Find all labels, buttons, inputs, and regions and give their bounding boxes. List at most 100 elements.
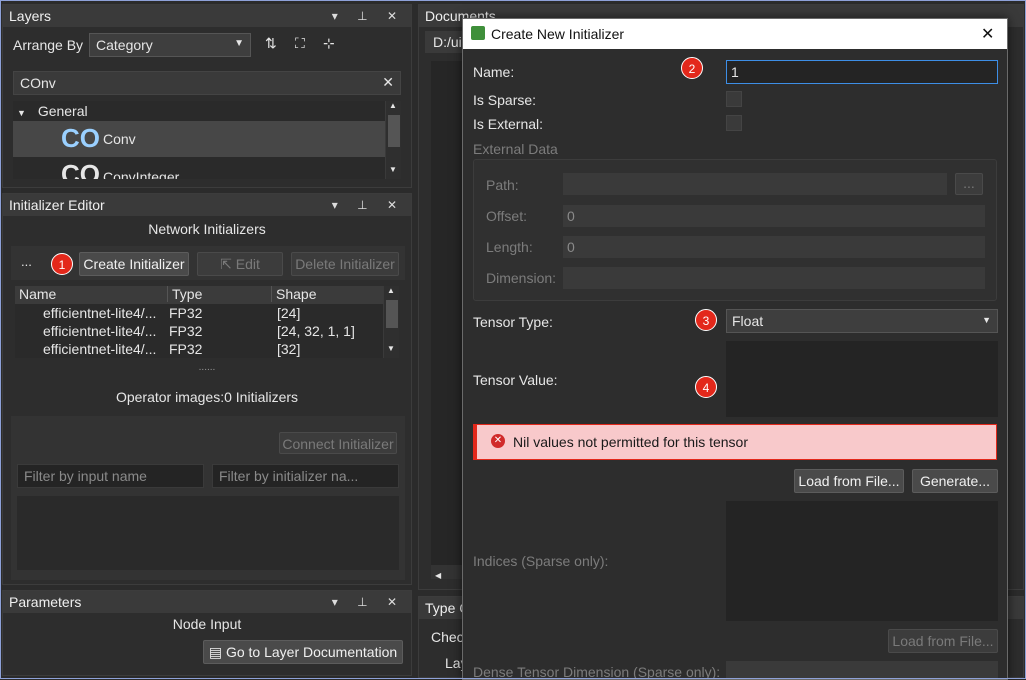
initializer-editor-title-bar: Initializer Editor ▾ ⊥ ✕ [3, 194, 411, 216]
annotation-badge: 1 [51, 253, 73, 275]
cell-shape: [32] [277, 341, 301, 357]
tensor-type-select[interactable]: Float ▼ [726, 309, 998, 333]
filter-input-placeholder: Filter by input name [24, 468, 147, 484]
layer-item-conv[interactable]: CO Conv [13, 121, 385, 157]
table-scrollbar[interactable]: ▲ ▼ [383, 286, 399, 358]
arrange-by-value: Category [96, 37, 153, 53]
chevron-down-icon: ▼ [982, 315, 991, 325]
panel-controls-icon[interactable]: ▾ ⊥ ✕ [332, 194, 405, 216]
table-row[interactable]: efficientnet-lite4/... FP32 [24] [15, 305, 383, 323]
tensor-type-value: Float [732, 313, 764, 329]
edit-button-label: Edit [235, 256, 260, 272]
length-input[interactable]: 0 [563, 236, 985, 258]
filter-initializer-name[interactable]: Filter by initializer na... [212, 464, 399, 488]
column-header-type[interactable]: Type [167, 286, 202, 302]
cell-type: FP32 [169, 305, 203, 321]
offset-label: Offset: [486, 208, 527, 224]
dense-dimension-input[interactable] [726, 661, 998, 679]
ellipsis-button[interactable]: ... [21, 254, 32, 269]
annotation-badge: 4 [695, 376, 717, 398]
conv-layer-icon: CO [61, 159, 100, 179]
indices-input[interactable] [726, 501, 998, 621]
path-label: Path: [486, 177, 519, 193]
layer-item-label: Conv [103, 131, 136, 147]
cell-name: efficientnet-lite4/... [43, 341, 157, 357]
tensor-value-input[interactable] [726, 341, 998, 417]
browse-path-button[interactable]: ... [955, 173, 983, 195]
edit-button[interactable]: ⇱ Edit [197, 252, 283, 276]
tensor-type-label: Tensor Type: [473, 314, 553, 330]
scroll-up-icon[interactable]: ▲ [387, 286, 395, 295]
parameters-title-bar: Parameters ▾ ⊥ ✕ [3, 591, 411, 613]
indices-label: Indices (Sparse only): [473, 553, 609, 569]
table-row[interactable]: efficientnet-lite4/... FP32 [24, 32, 1, … [15, 323, 383, 341]
filter-input-name[interactable]: Filter by input name [17, 464, 204, 488]
sort-icon[interactable]: ⇅ [265, 35, 277, 52]
error-text: Nil values not permitted for this tensor [513, 434, 748, 450]
panel-controls-icon[interactable]: ▾ ⊥ ✕ [332, 5, 405, 27]
expand-icon[interactable]: ⛶ [295, 35, 305, 52]
is-sparse-checkbox[interactable] [726, 91, 742, 107]
layer-item-convinteger[interactable]: CO ConvInteger [13, 157, 385, 179]
column-header-name[interactable]: Name [19, 286, 56, 302]
document-icon: ▤ [208, 644, 223, 660]
generate-button[interactable]: Generate... [912, 469, 998, 493]
layers-scrollbar[interactable]: ▲ ▼ [385, 101, 401, 179]
scroll-left-icon[interactable]: ◀ [435, 571, 441, 580]
go-to-layer-documentation-button[interactable]: ▤ Go to Layer Documentation [203, 640, 403, 664]
connect-list [17, 496, 399, 570]
is-external-label: Is External: [473, 116, 544, 132]
cell-type: FP32 [169, 323, 203, 339]
layer-item-label: ConvInteger [103, 169, 180, 179]
name-input-value: 1 [731, 64, 739, 80]
connect-initializer-button[interactable]: Connect Initializer [279, 432, 397, 454]
dimension-input[interactable] [563, 267, 985, 289]
error-icon: ✕ [491, 434, 505, 448]
is-sparse-label: Is Sparse: [473, 92, 537, 108]
scroll-thumb[interactable] [386, 300, 398, 328]
length-value: 0 [567, 239, 575, 255]
layers-tree: ▼ General CO Conv CO ConvInteger ▲ ▼ [13, 101, 401, 179]
tensor-value-label: Tensor Value: [473, 372, 558, 388]
dimension-label: Dimension: [486, 270, 557, 286]
delete-initializer-button[interactable]: Delete Initializer [291, 252, 399, 276]
document-tab[interactable]: D:/ui [425, 31, 465, 53]
table-row[interactable]: efficientnet-lite4/... FP32 [32] [15, 341, 383, 358]
initializer-editor-panel: Initializer Editor ▾ ⊥ ✕ Network Initial… [2, 193, 412, 585]
clear-search-icon[interactable]: ✕ [382, 74, 394, 91]
operator-initializers-label: Operator images:0 Initializers [115, 389, 299, 405]
filter-initializer-placeholder: Filter by initializer na... [219, 468, 359, 484]
panel-controls-icon[interactable]: ▾ ⊥ ✕ [332, 591, 405, 613]
create-initializer-button[interactable]: Create Initializer [79, 252, 189, 276]
offset-input[interactable]: 0 [563, 205, 985, 227]
scroll-down-icon[interactable]: ▼ [387, 344, 395, 353]
splitter-handle[interactable]: ...... [3, 362, 411, 373]
dense-dimension-label: Dense Tensor Dimension (Sparse only): [473, 664, 721, 680]
scroll-up-icon[interactable]: ▲ [389, 101, 397, 110]
conv-layer-icon: CO [61, 123, 100, 153]
is-external-checkbox[interactable] [726, 115, 742, 131]
group-general[interactable]: ▼ General [17, 103, 88, 119]
load-from-file-indices-button[interactable]: Load from File... [888, 629, 998, 653]
table-header: Name Type Shape [15, 286, 383, 304]
network-initializers-heading: Network Initializers [148, 221, 266, 237]
initializer-editor-title: Initializer Editor [9, 197, 105, 213]
name-input[interactable]: 1 [726, 60, 998, 84]
layers-panel: Layers ▾ ⊥ ✕ Arrange By Category ▼ ⇅ ⛶ ⊹… [2, 4, 412, 188]
go-to-doc-label: Go to Layer Documentation [225, 644, 398, 660]
load-from-file-button[interactable]: Load from File... [794, 469, 904, 493]
offset-value: 0 [567, 208, 575, 224]
chevron-down-icon: ▼ [234, 38, 244, 49]
check-column: Chec [431, 629, 464, 645]
scroll-down-icon[interactable]: ▼ [389, 165, 397, 174]
column-header-shape[interactable]: Shape [271, 286, 316, 302]
close-icon[interactable]: ✕ [981, 24, 994, 44]
scroll-thumb[interactable] [388, 115, 400, 147]
cell-shape: [24, 32, 1, 1] [277, 323, 355, 339]
name-label: Name: [473, 64, 515, 80]
collapse-icon[interactable]: ⊹ [323, 35, 335, 52]
annotation-badge: 3 [695, 309, 717, 331]
path-input[interactable] [563, 173, 947, 195]
arrange-by-select[interactable]: Category ▼ [89, 33, 251, 57]
layers-search-input[interactable]: COnv ✕ [13, 71, 401, 95]
